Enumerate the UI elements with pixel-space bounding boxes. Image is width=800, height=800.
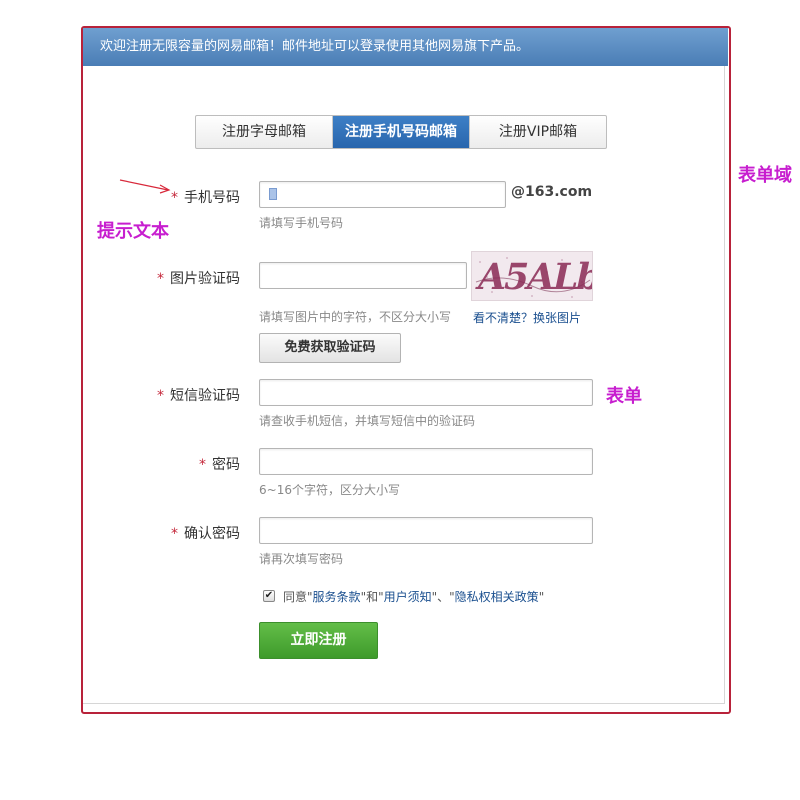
sms-code-input[interactable] [259, 379, 593, 406]
captcha-refresh-link[interactable]: 换张图片 [533, 311, 581, 325]
email-domain-suffix: @163.com [511, 184, 593, 200]
tab-letter-email[interactable]: 注册字母邮箱 [196, 116, 333, 148]
annotation-hint-text: 提示文本 [97, 221, 169, 242]
captcha-input[interactable] [259, 262, 467, 289]
phone-label: * 手机号码 [171, 190, 240, 206]
agreement-text: 同意"服务条款"和"用户须知"、"隐私权相关政策" [283, 590, 545, 604]
captcha-label: * 图片验证码 [157, 271, 240, 287]
agreement-checkbox[interactable]: ✔ [263, 590, 275, 602]
phone-input[interactable] [259, 181, 506, 208]
phone-hint: 请填写手机号码 [259, 216, 344, 230]
tab-phone-email[interactable]: 注册手机号码邮箱 [333, 116, 470, 148]
captcha-refresh: 看不清楚？换张图片 [473, 309, 581, 326]
user-notice-link[interactable]: 用户须知 [384, 590, 432, 604]
annotation-form-area: 表单域 [738, 165, 792, 186]
register-submit-button[interactable]: 立即注册 [259, 622, 378, 659]
annotation-form: 表单 [606, 386, 642, 407]
sms-label: * 短信验证码 [157, 388, 240, 404]
get-sms-code-button[interactable]: 免费获取验证码 [259, 333, 401, 363]
captcha-refresh-prefix[interactable]: 看不清楚？ [473, 311, 533, 325]
captcha-image[interactable]: A5ALb [471, 251, 593, 301]
welcome-banner: 欢迎注册无限容量的网易邮箱！邮件地址可以登录使用其他网易旗下产品。 [83, 28, 728, 66]
captcha-hint: 请填写图片中的字符，不区分大小写 [259, 310, 452, 324]
text-cursor-icon [269, 188, 277, 200]
password-label: * 密码 [199, 457, 240, 473]
privacy-policy-link[interactable]: 隐私权相关政策 [455, 590, 539, 604]
password-hint: 6~16个字符，区分大小写 [259, 483, 400, 497]
confirm-password-input[interactable] [259, 517, 593, 544]
tab-vip-email[interactable]: 注册VIP邮箱 [470, 116, 606, 148]
register-type-tabs: 注册字母邮箱 注册手机号码邮箱 注册VIP邮箱 [195, 115, 607, 149]
password-input[interactable] [259, 448, 593, 475]
sms-hint: 请查收手机短信，并填写短信中的验证码 [259, 414, 476, 428]
confirm-password-label: * 确认密码 [171, 526, 240, 542]
captcha-text: A5ALb [473, 256, 593, 298]
terms-link[interactable]: 服务条款 [313, 590, 361, 604]
confirm-password-hint: 请再次填写密码 [259, 552, 344, 566]
